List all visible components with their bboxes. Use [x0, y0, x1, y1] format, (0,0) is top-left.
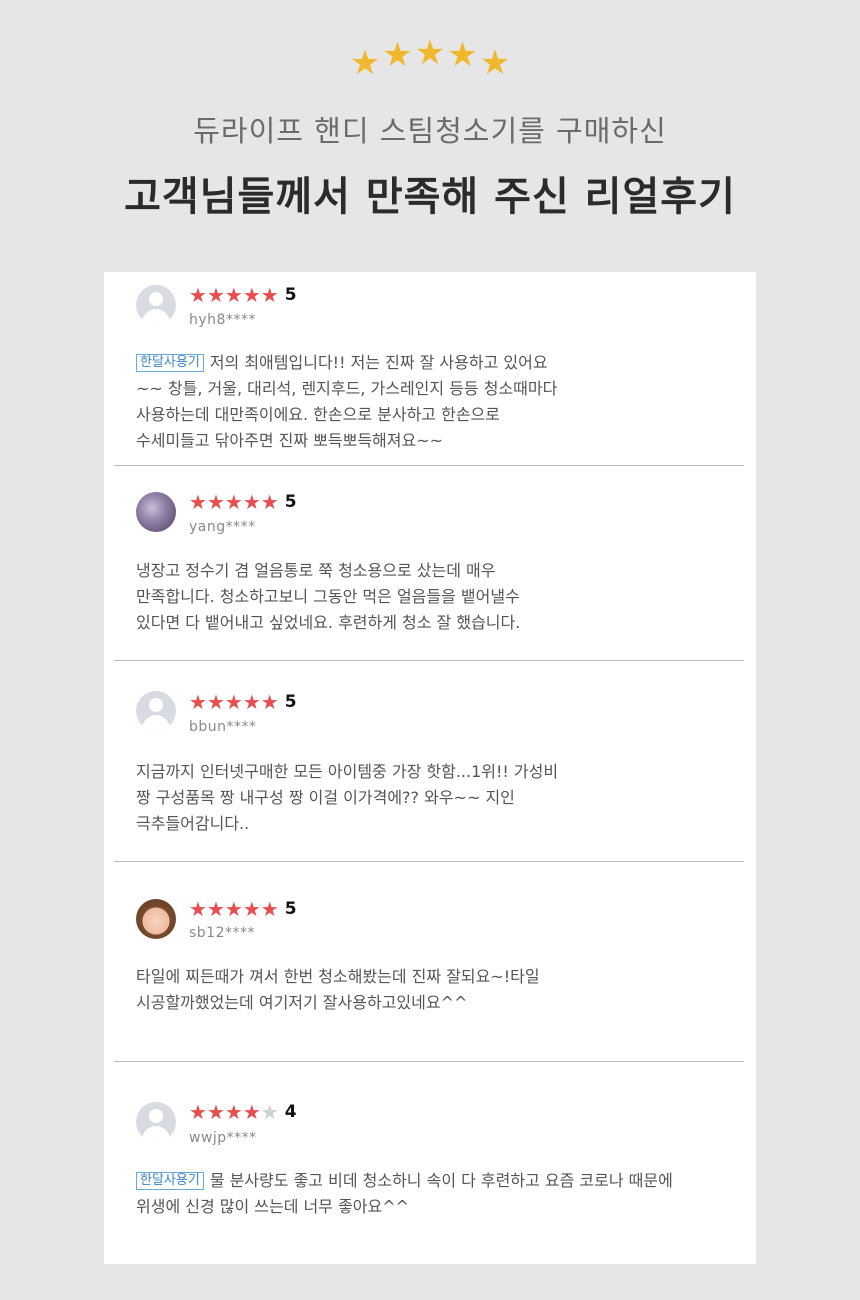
- default-avatar-icon: [136, 285, 176, 325]
- default-avatar-icon: [136, 691, 176, 731]
- review-text: 한달사용기 저의 최애템입니다!! 저는 진짜 잘 사용하고 있어요 ~~ 창틀,…: [136, 353, 558, 450]
- star-icon: ★: [206, 490, 225, 514]
- reviews-panel: ★ ★ ★ ★ ★ 5 hyh8**** 한달사용기 저의 최애템입니다!! 저는 진짜 …: [104, 272, 756, 1264]
- review-text: 냉장고 정수기 겸 얼음통로 쭉 청소용으로 샀는데 매우 만족합니다. 청소하…: [136, 561, 521, 632]
- star-icon: ★: [206, 690, 225, 714]
- review-item: ★ ★ ★ ★ ★ 5 bbun**** 지금까지 인터넷구매한 모든 아이템중 가장 …: [114, 661, 744, 862]
- review-item: ★ ★ ★ ★ ★ 5 hyh8**** 한달사용기 저의 최애템입니다!! 저는 진짜 …: [114, 272, 744, 466]
- gold-star-icon: ★: [382, 35, 413, 75]
- month-use-tag: 한달사용기: [136, 354, 204, 372]
- star-icon: ★: [224, 283, 243, 307]
- review-text: 지금까지 인터넷구매한 모든 아이템중 가장 핫함...1위!! 가성비 짱 구…: [136, 762, 559, 833]
- star-icon: ★: [260, 690, 279, 714]
- star-icon: ★: [189, 690, 207, 714]
- five-star-rating-banner: ★★★★★: [0, 33, 860, 80]
- month-use-tag: 한달사용기: [136, 1172, 204, 1190]
- review-item: ★ ★ ★ ★ ★ 4 wwjp**** 한달사용기 물 분사량도 좋고 비데 청소하니 …: [114, 1062, 744, 1262]
- gold-star-icon: ★: [479, 43, 511, 83]
- star-icon: ★: [242, 897, 261, 921]
- reviewer-id: wwjp****: [189, 1130, 257, 1146]
- star-icon: ★: [242, 490, 261, 514]
- review-text: 타일에 찌든때가 껴서 한번 청소해봤는데 진짜 잘되요~!타일 시공할까했었는…: [136, 967, 540, 1012]
- star-rating: ★ ★ ★ ★ ★ 5: [189, 899, 297, 919]
- reviewer-id: bbun****: [189, 719, 257, 735]
- review-item: ★ ★ ★ ★ ★ 5 sb12**** 타일에 찌든때가 껴서 한번 청소해봤는데 진…: [114, 862, 744, 1062]
- star-icon: ★: [224, 490, 243, 514]
- star-icon: ★: [242, 283, 261, 307]
- star-icon: ★: [260, 283, 279, 307]
- gold-star-icon: ★: [447, 35, 478, 75]
- gold-star-icon: ★: [349, 43, 381, 83]
- rating-value: 4: [284, 1102, 297, 1122]
- star-rating: ★ ★ ★ ★ ★ 5: [189, 285, 297, 305]
- profile-photo-avatar: [136, 899, 176, 939]
- rating-value: 5: [284, 899, 297, 919]
- reviewer-id: hyh8****: [189, 312, 256, 328]
- page-subtitle: 듀라이프 핸디 스팀청소기를 구매하신: [193, 114, 667, 148]
- rating-value: 5: [284, 692, 297, 712]
- star-icon: ★: [189, 283, 207, 307]
- star-icon: ★: [224, 1100, 243, 1124]
- default-avatar-icon: [136, 1102, 176, 1142]
- star-icon: ★: [260, 897, 279, 921]
- star-icon: ★: [206, 1100, 225, 1124]
- star-icon: ★: [206, 897, 225, 921]
- star-icon: ★: [189, 490, 207, 514]
- star-icon: ★: [260, 490, 279, 514]
- rating-value: 5: [284, 285, 297, 305]
- star-icon: ★: [189, 1100, 207, 1124]
- review-text: 한달사용기 물 분사량도 좋고 비데 청소하니 속이 다 후련하고 요즘 코로나 …: [136, 1171, 673, 1216]
- star-icon: ★: [242, 690, 261, 714]
- star-rating: ★ ★ ★ ★ ★ 5: [189, 492, 297, 512]
- star-icon: ★: [206, 283, 225, 307]
- rating-value: 5: [284, 492, 297, 512]
- star-icon: ★: [242, 1100, 261, 1124]
- star-icon: ★: [224, 897, 243, 921]
- star-icon: ★: [224, 690, 243, 714]
- reviewer-id: sb12****: [189, 925, 255, 941]
- gold-star-icon: ★: [414, 33, 446, 73]
- empty-star-icon: ★: [260, 1100, 279, 1124]
- reviewer-id: yang****: [189, 519, 256, 535]
- page-title: 고객님들께서 만족해 주신 리얼후기: [124, 174, 736, 220]
- star-icon: ★: [189, 897, 207, 921]
- header: ★★★★★ 듀라이프 핸디 스팀청소기를 구매하신 고객님들께서 만족해 주신 …: [0, 0, 860, 270]
- star-rating: ★ ★ ★ ★ ★ 4: [189, 1102, 297, 1122]
- profile-photo-avatar: [136, 492, 176, 532]
- star-rating: ★ ★ ★ ★ ★ 5: [189, 692, 297, 712]
- review-item: ★ ★ ★ ★ ★ 5 yang**** 냉장고 정수기 겸 얼음통로 쭉 청소용으로 …: [114, 466, 744, 661]
